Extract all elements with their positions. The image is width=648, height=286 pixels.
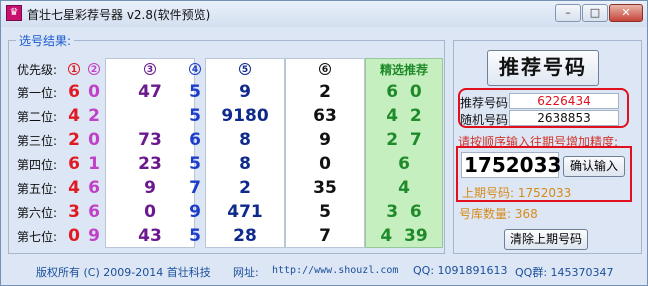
last-issue-text: 上期号码: 1752033 <box>462 186 572 200</box>
row-label: 第三位: <box>17 133 58 148</box>
recommend-number-label: 推荐号码: <box>460 96 513 110</box>
number-cell: 5 <box>189 82 201 102</box>
minimize-button[interactable]: – <box>555 4 581 22</box>
number-cell: 8 <box>239 154 251 174</box>
featured-pick-cell: 6 0 <box>386 82 422 102</box>
number-cell: 47 <box>138 82 162 102</box>
number-cell: 7 <box>189 178 201 198</box>
maximize-icon: □ <box>589 6 601 19</box>
window-title: 首壮七星彩荐号器 v2.8(软件预览) <box>27 8 211 22</box>
number-cell: 9 <box>239 82 251 102</box>
column-header-5: 5 <box>205 58 285 80</box>
close-button[interactable]: ✕ <box>609 4 643 22</box>
number-cell: 9 <box>144 178 156 198</box>
number-cell: 6 <box>88 202 100 222</box>
column-header-4: 4 <box>185 58 205 80</box>
number-cell: 5 <box>189 106 201 126</box>
footer-qq-group: QQ群: 145370347 <box>515 266 614 279</box>
recommend-button[interactable]: 推荐号码 <box>487 50 599 86</box>
number-cell: 6 <box>68 154 80 174</box>
featured-pick-cell: 2 7 <box>386 130 422 150</box>
minimize-icon: – <box>565 6 571 19</box>
number-cell: 5 <box>189 226 201 246</box>
clear-last-button[interactable]: 清除上期号码 <box>504 229 588 250</box>
number-cell: 35 <box>313 178 337 198</box>
results-grid: 优先级: 1 2 3 4 5 6 精选推荐 第一位: 6 0 47 5 9 2 6 0 第二位: 4 2 5 9180 6… <box>17 58 444 248</box>
number-cell: 2 <box>88 106 100 126</box>
app-logo-icon: ♛ <box>6 5 22 21</box>
number-cell: 6 <box>189 130 201 150</box>
number-cell: 471 <box>227 202 263 222</box>
featured-pick-cell: 6 <box>398 154 410 174</box>
number-cell: 3 <box>68 202 80 222</box>
number-cell: 63 <box>313 106 337 126</box>
priority-label: 优先级: <box>17 62 58 77</box>
number-cell: 1 <box>88 154 100 174</box>
footer: 版权所有 (C) 2009-2014 首壮科技 网址: http://www.s… <box>0 262 646 284</box>
row-label: 第五位: <box>17 181 58 196</box>
column-header-3: 3 <box>105 58 195 80</box>
column-number-2-icon: 2 <box>88 63 100 75</box>
number-cell: 73 <box>138 130 162 150</box>
number-cell: 5 <box>189 154 201 174</box>
number-cell: 0 <box>144 202 156 222</box>
results-group-label: 选号结果: <box>16 32 75 49</box>
number-cell: 8 <box>239 130 251 150</box>
footer-qq: QQ: 1091891613 <box>413 264 508 277</box>
column-header-1: 1 <box>65 58 83 80</box>
number-cell: 28 <box>233 226 257 246</box>
column-header-6: 6 <box>285 58 365 80</box>
column-number-3-icon: 3 <box>144 63 156 75</box>
featured-pick-cell: 4 39 <box>380 226 428 246</box>
recommend-number-field: 6226434 <box>509 93 619 109</box>
row-label: 第七位: <box>17 229 58 244</box>
row-label: 第六位: <box>17 205 58 220</box>
number-cell: 6 <box>68 82 80 102</box>
number-cell: 2 <box>68 130 80 150</box>
row-label: 第二位: <box>17 109 58 124</box>
maximize-button[interactable]: □ <box>582 4 608 22</box>
footer-copyright: 版权所有 (C) 2009-2014 首壮科技 <box>36 266 211 279</box>
number-cell: 23 <box>138 154 162 174</box>
number-cell: 9 <box>319 130 331 150</box>
number-cell: 9180 <box>221 106 269 126</box>
number-cell: 5 <box>319 202 331 222</box>
column-number-4-icon: 4 <box>189 63 201 75</box>
random-number-label: 随机号码: <box>460 113 513 127</box>
featured-pick-cell: 4 <box>398 178 410 198</box>
confirm-input-button[interactable]: 确认输入 <box>563 156 625 177</box>
number-cell: 4 <box>68 178 80 198</box>
number-cell: 4 <box>68 106 80 126</box>
number-cell <box>105 104 195 128</box>
number-cell: 6 <box>88 178 100 198</box>
pool-count-text: 号库数量: 368 <box>459 207 538 221</box>
number-cell: 2 <box>319 82 331 102</box>
number-cell: 43 <box>138 226 162 246</box>
number-cell: 0 <box>88 130 100 150</box>
number-cell: 9 <box>189 202 201 222</box>
column-number-6-icon: 6 <box>319 63 331 75</box>
footer-site-label: 网址: <box>233 266 259 279</box>
featured-pick-cell: 4 2 <box>386 106 422 126</box>
past-number-input[interactable]: 1752033 <box>461 152 561 178</box>
close-icon: ✕ <box>621 6 631 19</box>
random-number-field: 2638853 <box>509 110 619 126</box>
column-header-2: 2 <box>85 58 103 80</box>
column-number-5-icon: 5 <box>239 63 251 75</box>
number-cell: 0 <box>68 226 80 246</box>
number-cell: 0 <box>88 82 100 102</box>
number-cell: 7 <box>319 226 331 246</box>
column-number-1-icon: 1 <box>68 63 80 75</box>
number-cell: 2 <box>239 178 251 198</box>
featured-pick-cell: 3 6 <box>386 202 422 222</box>
footer-website-link[interactable]: http://www.shouzl.com <box>272 265 398 276</box>
title-bar[interactable]: ♛ 首壮七星彩荐号器 v2.8(软件预览) – □ ✕ <box>1 1 647 27</box>
featured-header: 精选推荐 <box>379 62 428 77</box>
row-label: 第四位: <box>17 157 58 172</box>
number-cell: 0 <box>319 154 331 174</box>
number-cell: 9 <box>88 226 100 246</box>
row-label: 第一位: <box>17 85 58 100</box>
